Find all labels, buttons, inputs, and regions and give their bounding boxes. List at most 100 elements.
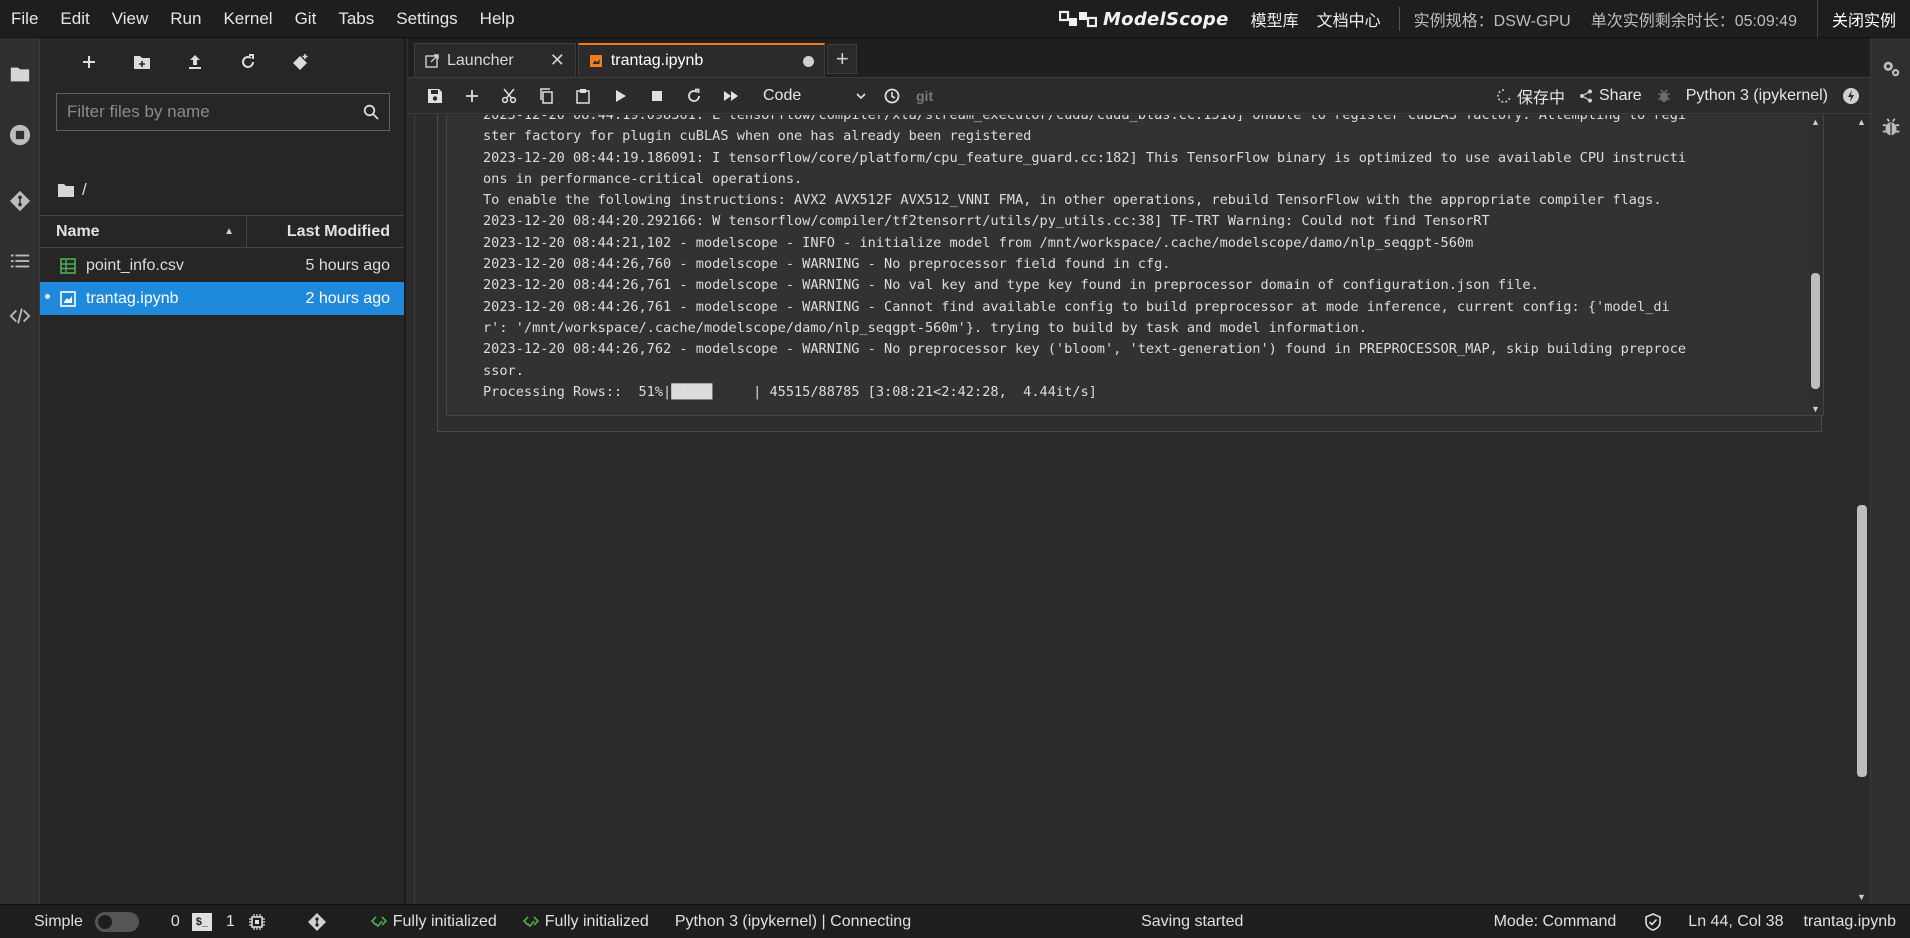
cell-type-value: Code: [763, 86, 802, 104]
saving-label: 保存中: [1516, 89, 1565, 107]
scroll-down-arrow[interactable]: ▼: [1811, 404, 1820, 414]
debugger-tab[interactable]: [1871, 98, 1910, 156]
output-line: 2023-12-20 08:44:20.292166: W tensorflow…: [483, 213, 1490, 230]
notebook-mode[interactable]: Mode: Command: [1494, 913, 1617, 931]
git-clone-button[interactable]: [274, 44, 327, 80]
file-row[interactable]: trantag.ipynb 2 hours ago: [40, 282, 404, 315]
git-diff-button[interactable]: git: [916, 88, 933, 104]
menu-git[interactable]: Git: [284, 0, 328, 38]
cell-type-dropdown[interactable]: Code: [763, 87, 873, 105]
paste-button[interactable]: [564, 80, 601, 112]
debugger-icon[interactable]: [1656, 88, 1672, 104]
breadcrumb-path[interactable]: /: [82, 180, 87, 200]
run-button[interactable]: [601, 80, 638, 112]
restart-button[interactable]: [675, 80, 712, 112]
unsaved-indicator[interactable]: [803, 55, 815, 67]
close-instance-button[interactable]: 关闭实例: [1816, 0, 1910, 38]
file-modified: 2 hours ago: [305, 289, 390, 307]
terminal-icon: $_: [191, 912, 212, 931]
running-terminals[interactable]: 0 $_: [171, 912, 212, 931]
output-scrollbar[interactable]: ▲ ▼: [1809, 115, 1823, 415]
filter-files-field[interactable]: [56, 93, 390, 131]
code-snippets-tab[interactable]: [0, 288, 40, 344]
history-button[interactable]: [873, 80, 910, 112]
save-button[interactable]: [416, 80, 453, 112]
new-launcher-button[interactable]: [62, 44, 115, 80]
notebook-scrollbar[interactable]: ▲ ▼: [1854, 115, 1870, 904]
output-line: 2023-12-20 08:44:26,762 - modelscope - W…: [483, 341, 1687, 358]
menu-edit[interactable]: Edit: [49, 0, 100, 38]
output-line: 2023-12-20 08:44:21,102 - modelscope - I…: [483, 234, 1474, 251]
kernel-status-icon: [1843, 87, 1859, 104]
kernel-name-button[interactable]: Python 3 (ipykernel): [1686, 87, 1828, 105]
interrupt-button[interactable]: [638, 80, 675, 112]
add-tab-button[interactable]: +: [827, 44, 858, 74]
scroll-down-arrow[interactable]: ▼: [1857, 892, 1866, 902]
menu-help[interactable]: Help: [469, 0, 526, 38]
refresh-button[interactable]: [221, 44, 274, 80]
folder-icon[interactable]: [58, 183, 74, 197]
output-text: 2023-12-20 08:44:19.098361: E tensorflow…: [483, 115, 1783, 403]
cut-button[interactable]: [490, 80, 527, 112]
tab-label: trantag.ipynb: [610, 52, 704, 69]
upload-button[interactable]: [168, 44, 221, 80]
cursor-position[interactable]: Ln 44, Col 38: [1688, 913, 1783, 931]
share-button[interactable]: Share: [1579, 87, 1642, 105]
code-cell[interactable]: 2023-12-20 08:44:19.098361: E tensorflow…: [437, 115, 1824, 432]
paste-icon: [575, 88, 590, 104]
new-folder-button[interactable]: [115, 44, 168, 80]
menu-run[interactable]: Run: [159, 0, 212, 38]
menu-tabs[interactable]: Tabs: [327, 0, 385, 38]
copy-button[interactable]: [527, 80, 564, 112]
menu-kernel[interactable]: Kernel: [212, 0, 283, 38]
tab-launcher[interactable]: Launcher ✕: [414, 43, 576, 77]
spreadsheet-icon: [60, 257, 76, 274]
file-browser-toolbar: [40, 38, 404, 86]
filter-files-input[interactable]: [67, 102, 363, 122]
file-row[interactable]: point_info.csv 5 hours ago: [40, 249, 404, 282]
name-column-header[interactable]: Name ▲: [40, 223, 246, 241]
menu-file[interactable]: File: [0, 0, 49, 38]
output-line: ons in performance-critical operations.: [483, 170, 803, 187]
model-hub-link[interactable]: 模型库: [1251, 7, 1299, 31]
simple-mode-toggle[interactable]: [94, 911, 139, 932]
scroll-up-arrow[interactable]: ▲: [1857, 117, 1866, 127]
cell-output: 2023-12-20 08:44:19.098361: E tensorflow…: [446, 115, 1824, 416]
launcher-icon: [425, 53, 439, 68]
breadcrumb: /: [58, 180, 87, 200]
scroll-up-arrow[interactable]: ▲: [1811, 117, 1820, 127]
file-modified: 5 hours ago: [305, 256, 390, 274]
shield-check-icon[interactable]: [1644, 912, 1662, 931]
notebook-toolbar-right: 保存中 Share Python 3 (ipykernel): [1497, 84, 1870, 108]
notebook-scroll-thumb[interactable]: [1857, 505, 1867, 777]
running-kernels[interactable]: 1: [226, 913, 265, 931]
modelscope-logo-icon: [1058, 10, 1097, 28]
chip-icon: [248, 913, 265, 930]
restart-run-all-button[interactable]: [712, 80, 749, 112]
gears-icon: [1883, 61, 1900, 77]
lsp-status-2[interactable]: Fully initialized: [522, 913, 649, 931]
menu-view[interactable]: View: [101, 0, 160, 38]
modified-column-header[interactable]: Last Modified: [246, 216, 404, 247]
git-icon: [307, 912, 326, 931]
tab-trantag[interactable]: trantag.ipynb: [577, 43, 826, 77]
git-status[interactable]: [307, 912, 327, 932]
docs-link[interactable]: 文档中心: [1317, 7, 1381, 31]
file-browser-tab[interactable]: [0, 46, 40, 102]
output-scroll-thumb[interactable]: [1811, 273, 1820, 389]
lsp-status-1[interactable]: Fully initialized: [370, 913, 497, 931]
property-inspector-tab[interactable]: [1871, 40, 1910, 98]
running-tab[interactable]: [0, 102, 40, 168]
insert-cell-button[interactable]: [453, 80, 490, 112]
close-icon[interactable]: ✕: [550, 50, 565, 71]
kernel-status[interactable]: Python 3 (ipykernel) | Connecting: [675, 913, 911, 931]
toc-tab[interactable]: [0, 234, 40, 288]
modelscope-logo[interactable]: ModelScope: [1058, 8, 1229, 30]
upload-icon: [188, 55, 201, 69]
menu-settings[interactable]: Settings: [385, 0, 468, 38]
git-tab[interactable]: [0, 168, 40, 234]
remaining-time: 单次实例剩余时长：05:09:49: [1590, 13, 1797, 30]
brand-area: ModelScope 模型库 文档中心 实例规格：DSW-GPU 单次实例剩余时…: [1058, 0, 1910, 38]
git-clone-icon: [292, 54, 307, 70]
refresh-icon: [241, 54, 254, 68]
